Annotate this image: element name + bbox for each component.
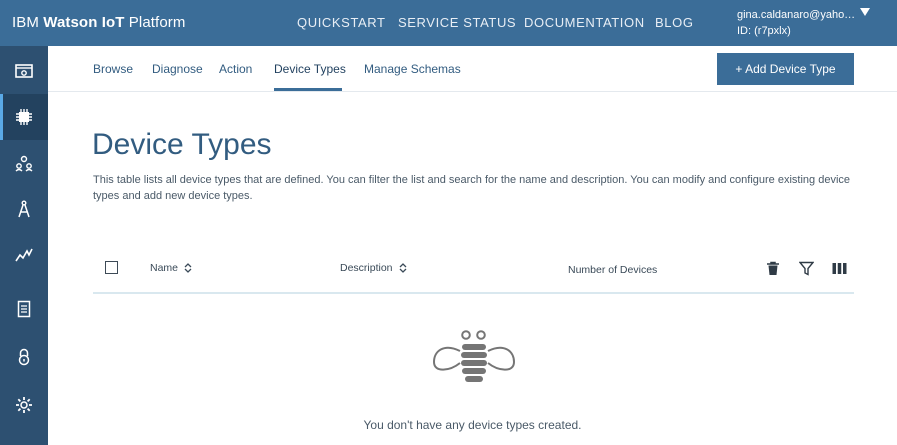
empty-state-message: You don't have any device types created. <box>363 418 582 432</box>
sidebar <box>0 46 48 445</box>
members-icon <box>15 155 33 172</box>
column-header-name[interactable]: Name <box>150 262 192 274</box>
dashboard-icon <box>15 64 33 78</box>
brand-suffix: Platform <box>124 14 186 31</box>
sort-icon <box>399 263 406 273</box>
chevron-down-icon[interactable] <box>860 8 870 20</box>
bee-icon <box>432 330 516 382</box>
brand-bold: Watson IoT <box>43 14 125 31</box>
column-name-label: Name <box>150 262 179 274</box>
chip-icon <box>16 109 32 125</box>
sidebar-item-usage[interactable] <box>0 232 48 278</box>
filter-button[interactable] <box>798 260 814 276</box>
filter-icon <box>798 261 814 276</box>
page-description: This table lists all device types that a… <box>93 174 851 202</box>
sidebar-item-apps[interactable] <box>0 186 48 232</box>
tab-manage-schemas[interactable]: Manage Schemas <box>364 62 461 76</box>
user-id: ID: (r7pxlx) <box>737 25 791 37</box>
page-title: Device Types <box>92 128 272 161</box>
usage-chart-icon <box>15 248 33 262</box>
sort-icon <box>184 263 192 273</box>
columns-icon <box>832 262 846 274</box>
tab-device-types[interactable]: Device Types <box>274 62 346 76</box>
sidebar-item-boards[interactable] <box>0 48 48 94</box>
tab-diagnose[interactable]: Diagnose <box>152 62 203 76</box>
nav-quickstart[interactable]: QUICKSTART <box>297 15 386 30</box>
brand-prefix: IBM <box>12 14 44 31</box>
brand-logo[interactable]: IBM Watson IoT Platform <box>12 14 185 31</box>
settings-icon <box>16 397 32 413</box>
delete-icon <box>767 261 779 275</box>
tab-browse[interactable]: Browse <box>93 62 133 76</box>
nav-service-status[interactable]: SERVICE STATUS <box>398 15 516 30</box>
user-email[interactable]: gina.caldanaro@yaho… <box>737 9 855 21</box>
sidebar-item-rules[interactable] <box>0 286 48 332</box>
select-all-checkbox[interactable] <box>105 261 118 274</box>
column-header-description[interactable]: Description <box>340 262 407 274</box>
delete-button[interactable] <box>765 260 781 276</box>
sidebar-item-devices[interactable] <box>0 94 48 140</box>
top-bar: IBM Watson IoT Platform QUICKSTART SERVI… <box>0 0 897 46</box>
column-description-label: Description <box>340 262 393 274</box>
compass-icon <box>18 200 30 218</box>
column-header-number-of-devices: Number of Devices <box>568 264 657 276</box>
sidebar-item-members[interactable] <box>0 140 48 186</box>
nav-documentation[interactable]: DOCUMENTATION <box>524 15 645 30</box>
document-icon <box>17 300 31 318</box>
table-header-rule <box>93 292 854 294</box>
add-device-type-button[interactable]: + Add Device Type <box>717 53 854 85</box>
nav-blog[interactable]: BLOG <box>655 15 694 30</box>
columns-button[interactable] <box>831 260 847 276</box>
column-devices-label: Number of Devices <box>568 264 658 276</box>
lock-icon <box>18 348 30 366</box>
tab-action[interactable]: Action <box>219 62 252 76</box>
subnav-divider <box>48 91 897 92</box>
sidebar-item-security[interactable] <box>0 334 48 380</box>
